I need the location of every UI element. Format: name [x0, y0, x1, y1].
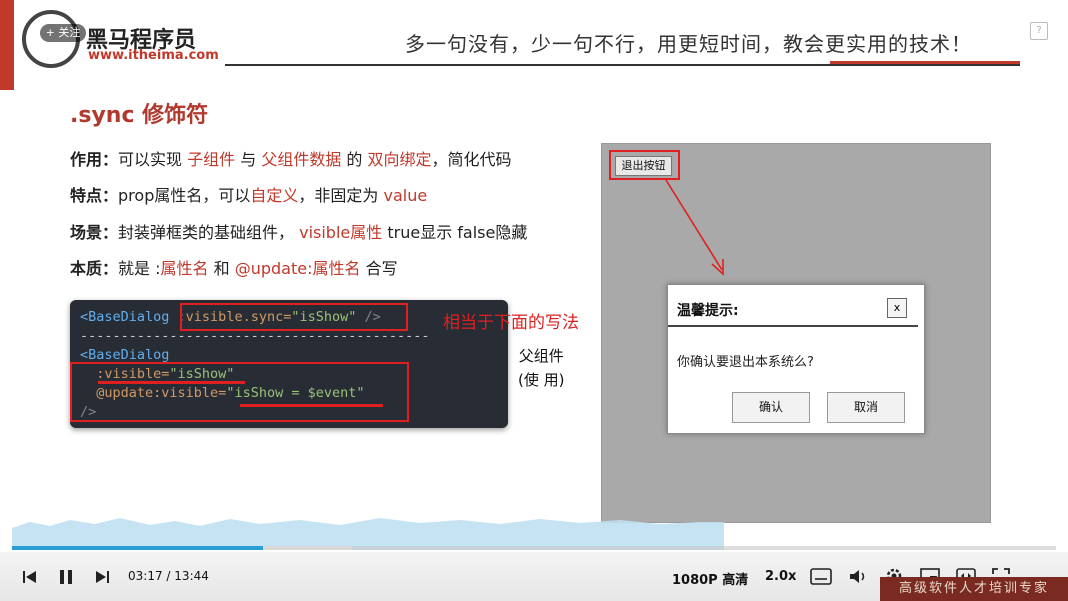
speed-selector[interactable]: 2.0x [765, 569, 796, 584]
exit-highlight-box [609, 150, 680, 180]
dialog-cancel-button[interactable]: 取消 [827, 392, 905, 423]
pointer-arrow-icon [665, 179, 724, 276]
slide-title: .sync 修饰符 [70, 103, 209, 128]
next-icon[interactable] [94, 570, 110, 584]
parent-component-note: 父组件 (使 用) [518, 347, 565, 389]
header-divider-accent [830, 61, 1020, 64]
expanded-highlight-box [70, 362, 409, 422]
feature-line-scenario: 场景：封装弹框类的基础组件， visible属性 true显示 false隐藏 [70, 223, 528, 242]
slogan: 多一句没有，少一句不行，用更短时间，教会更实用的技术！ [405, 32, 972, 56]
update-underline [240, 404, 383, 407]
dialog-divider [668, 325, 918, 327]
brand-url: www.itheima.com [88, 48, 219, 63]
feature-line-essence: 本质：就是 :属性名 和 @update:属性名 合写 [70, 259, 398, 278]
header-divider [225, 64, 1020, 66]
dialog-close-button[interactable]: x [887, 298, 907, 318]
previous-icon[interactable] [22, 570, 38, 584]
dialog-message: 你确认要退出本系统么? [677, 355, 814, 370]
feature-line-purpose: 作用：可以实现 子组件 与 父组件数据 的 双向绑定，简化代码 [70, 150, 512, 169]
follow-button[interactable]: + 关注 [40, 24, 86, 42]
subtitle-icon[interactable] [810, 568, 832, 585]
volume-icon[interactable] [849, 568, 867, 585]
left-accent-bar [0, 0, 14, 90]
sync-highlight-box [180, 303, 408, 331]
progress-fill [12, 546, 263, 550]
audio-waveform [12, 518, 724, 550]
dialog-title: 温馨提示: [677, 303, 739, 319]
feature-line-traits: 特点：prop属性名，可以自定义，非固定为 value [70, 186, 428, 205]
help-icon[interactable]: ? [1030, 22, 1048, 40]
pause-icon[interactable] [58, 569, 74, 585]
equivalent-note: 相当于下面的写法 [443, 313, 579, 333]
dialog-confirm-button[interactable]: 确认 [732, 392, 810, 423]
time-display: 03:17 / 13:44 [128, 569, 209, 583]
quality-selector[interactable]: 1080P 高清 [672, 569, 748, 588]
visible-underline [98, 381, 245, 384]
watermark-banner: 高级软件人才培训专家 [880, 577, 1068, 601]
